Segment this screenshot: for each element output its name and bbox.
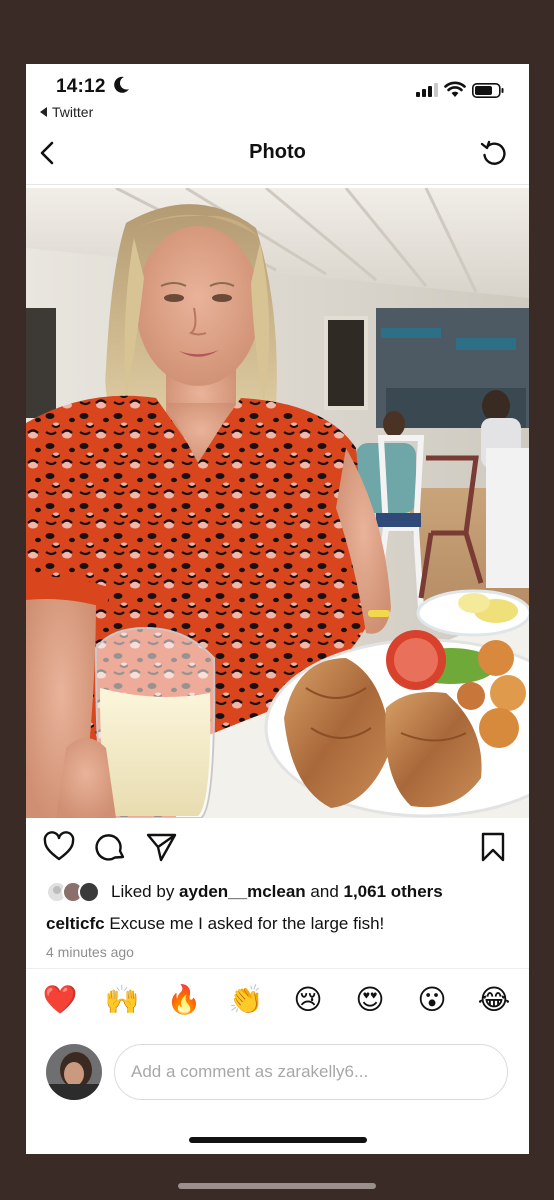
crying-emoji-button[interactable]: 😢 — [290, 982, 326, 1018]
liker-avatars — [46, 881, 100, 903]
heart-icon[interactable] — [42, 830, 76, 864]
post-timestamp: 4 minutes ago — [46, 944, 134, 960]
battery-icon — [472, 83, 504, 98]
outer-home-indicator — [178, 1183, 376, 1189]
home-indicator — [189, 1137, 367, 1143]
comment-icon[interactable] — [94, 830, 128, 864]
post-actions — [26, 830, 529, 870]
likes-others-link[interactable]: 1,061 others — [344, 882, 443, 901]
signal-icon — [416, 83, 438, 97]
page-title: Photo — [249, 141, 306, 163]
phone-screen: 14:12 Twitter Photo Liked by ayden__mcle… — [26, 64, 529, 1154]
back-app-label: Twitter — [52, 104, 94, 120]
heart-emoji-button[interactable]: ❤️ — [42, 982, 78, 1018]
share-icon[interactable] — [144, 830, 178, 864]
caption-username-link[interactable]: celticfc — [46, 914, 105, 933]
avatar — [46, 1044, 102, 1100]
likes-and: and — [305, 882, 344, 901]
back-to-app-link[interactable]: Twitter — [40, 104, 93, 120]
liked-by-user-link[interactable]: ayden__mclean — [179, 882, 306, 901]
moon-icon — [114, 76, 129, 93]
post-caption: celticfc Excuse me I asked for the large… — [46, 914, 384, 934]
raised-hands-emoji-button[interactable]: 🙌 — [104, 982, 140, 1018]
likes-prefix: Liked by — [111, 882, 180, 901]
quick-reactions: ❤️ 🙌 🔥 👏 😢 😍 😮 😂 — [26, 982, 529, 1026]
bookmark-icon[interactable] — [476, 830, 510, 864]
wifi-icon — [444, 81, 466, 97]
fire-emoji-button[interactable]: 🔥 — [166, 982, 202, 1018]
divider — [26, 968, 529, 969]
comment-input[interactable] — [115, 1045, 507, 1099]
divider — [26, 184, 529, 185]
likes-summary[interactable]: Liked by ayden__mclean and 1,061 others — [46, 879, 516, 905]
refresh-icon[interactable] — [479, 138, 509, 168]
clap-emoji-button[interactable]: 👏 — [228, 982, 264, 1018]
surprised-emoji-button[interactable]: 😮 — [414, 982, 450, 1018]
user-avatar-image — [46, 1044, 102, 1100]
caption-text: Excuse me I asked for the large fish! — [104, 914, 385, 933]
back-triangle-icon — [40, 107, 47, 118]
post-photo[interactable] — [26, 188, 529, 818]
comment-field[interactable] — [114, 1044, 508, 1100]
status-bar: 14:12 Twitter — [26, 64, 529, 122]
nav-bar: Photo — [26, 128, 529, 178]
heart-eyes-emoji-button[interactable]: 😍 — [352, 982, 388, 1018]
laughing-emoji-button[interactable]: 😂 — [476, 982, 512, 1018]
photo-illustration — [26, 188, 529, 818]
status-time: 14:12 — [56, 76, 106, 97]
likes-text: Liked by ayden__mclean and 1,061 others — [111, 882, 443, 902]
